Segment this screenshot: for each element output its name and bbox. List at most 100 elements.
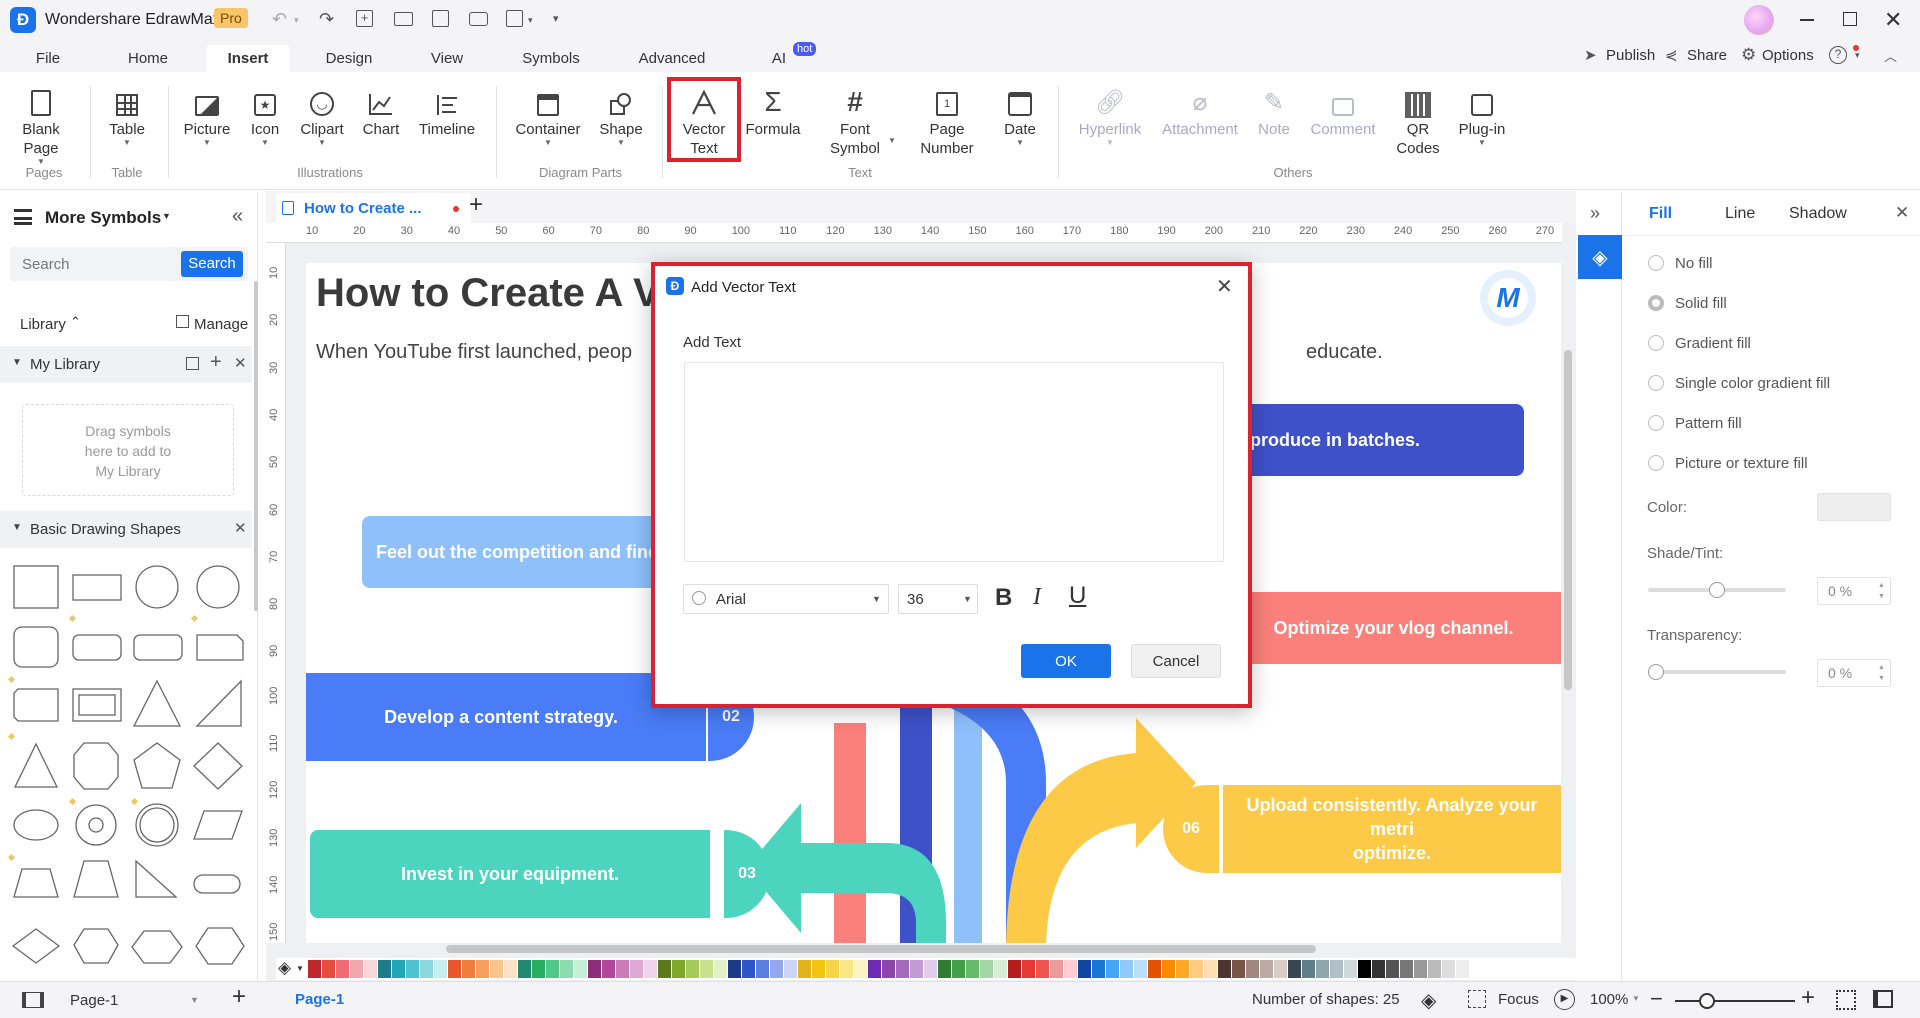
transparency-slider-thumb[interactable] — [1648, 664, 1664, 680]
zoom-slider[interactable] — [1675, 993, 1795, 1009]
undo-dropdown-icon[interactable]: ▾ — [294, 15, 299, 26]
color-swatch[interactable] — [1442, 960, 1455, 978]
transparency-value-spinner[interactable]: 0 % ▲ ▼ — [1817, 659, 1891, 687]
color-swatch[interactable] — [602, 960, 615, 978]
print-icon[interactable] — [469, 12, 488, 26]
layers-icon[interactable]: ◈ — [1421, 988, 1436, 1013]
step-batches-box[interactable]: d produce in batches. — [1226, 404, 1524, 476]
color-swatch[interactable] — [658, 960, 671, 978]
color-swatch[interactable] — [1092, 960, 1105, 978]
publish-icon[interactable]: ➤ — [1584, 46, 1597, 64]
color-swatch[interactable] — [518, 960, 531, 978]
timeline-button[interactable]: Timeline — [414, 82, 480, 139]
color-swatch[interactable] — [560, 960, 573, 978]
color-swatch[interactable] — [532, 960, 545, 978]
menu-view[interactable]: View — [424, 45, 470, 72]
open-folder-icon[interactable] — [394, 12, 413, 26]
expand-panel-icon[interactable]: » — [1590, 203, 1600, 224]
table-button[interactable]: Table ▼ — [102, 82, 152, 147]
shape-button[interactable]: Shape ▼ — [596, 82, 646, 147]
color-swatch[interactable] — [350, 960, 363, 978]
color-swatch[interactable] — [378, 960, 391, 978]
more-symbols-dropdown-icon[interactable]: ▼ — [162, 211, 171, 221]
formula-button[interactable]: Σ Formula — [742, 82, 804, 139]
color-swatch[interactable] — [1344, 960, 1357, 978]
shape-grid-svg[interactable] — [4, 559, 252, 979]
picture-button[interactable]: Picture ▼ — [180, 82, 234, 147]
color-swatch[interactable] — [462, 960, 475, 978]
italic-icon[interactable]: I — [1033, 584, 1041, 611]
new-file-icon[interactable]: + — [356, 10, 373, 27]
color-swatch[interactable] — [1148, 960, 1161, 978]
my-library-header[interactable]: ▼ My Library + ✕ — [0, 346, 252, 383]
chart-button[interactable]: Chart — [358, 82, 404, 139]
close-shapes-icon[interactable]: ✕ — [234, 519, 247, 537]
menu-file[interactable]: File — [28, 45, 68, 72]
dialog-close-icon[interactable]: ✕ — [1216, 274, 1233, 299]
fill-tool-button[interactable]: ◈ — [1578, 235, 1622, 279]
font-family-select[interactable]: Arial ▼ — [683, 584, 889, 614]
color-swatch[interactable] — [728, 960, 741, 978]
color-swatch[interactable] — [1246, 960, 1259, 978]
vector-text-input[interactable] — [684, 362, 1224, 562]
tab-fill[interactable]: Fill — [1649, 205, 1672, 223]
color-swatch[interactable] — [812, 960, 825, 978]
color-swatch[interactable] — [476, 960, 489, 978]
color-swatch[interactable] — [336, 960, 349, 978]
collapse-ribbon-icon[interactable]: ︿ — [1884, 46, 1897, 65]
menu-insert[interactable]: Insert — [206, 45, 290, 72]
color-swatch[interactable] — [1106, 960, 1119, 978]
color-swatch[interactable] — [546, 960, 559, 978]
color-swatch[interactable] — [742, 960, 755, 978]
color-swatch[interactable] — [672, 960, 685, 978]
color-swatch[interactable] — [364, 960, 377, 978]
bold-icon[interactable]: B — [995, 584, 1012, 612]
color-swatch[interactable] — [420, 960, 433, 978]
color-swatch[interactable] — [308, 960, 321, 978]
container-button[interactable]: Container ▼ — [508, 82, 588, 147]
color-swatch[interactable] — [1190, 960, 1203, 978]
color-swatch[interactable] — [1050, 960, 1063, 978]
more-symbols-title[interactable]: More Symbols — [45, 208, 161, 228]
color-swatch[interactable] — [630, 960, 643, 978]
publish-button[interactable]: Publish — [1606, 47, 1655, 64]
color-swatch[interactable] — [644, 960, 657, 978]
fill-option-pattern-fill[interactable]: Pattern fill — [1623, 413, 1903, 437]
page-tab-active[interactable]: Page-1 — [295, 991, 344, 1008]
horizontal-scrollbar[interactable] — [446, 945, 1316, 953]
share-button[interactable]: Share — [1687, 47, 1727, 64]
color-swatch[interactable] — [826, 960, 839, 978]
comment-button[interactable]: Comment — [1306, 82, 1380, 139]
close-panel-icon[interactable]: ✕ — [1895, 203, 1909, 223]
color-swatch[interactable] — [448, 960, 461, 978]
options-button[interactable]: Options — [1762, 47, 1814, 64]
color-swatch[interactable] — [1386, 960, 1399, 978]
fill-bucket-icon[interactable]: ◈ — [278, 958, 291, 978]
play-icon[interactable]: ▶ — [1554, 989, 1575, 1010]
color-swatch[interactable] — [1316, 960, 1329, 978]
clipart-button[interactable]: ◡ Clipart ▼ — [296, 82, 348, 147]
color-swatch[interactable] — [1456, 960, 1469, 978]
zoom-value[interactable]: 100% — [1590, 991, 1628, 1008]
color-swatch[interactable] — [1428, 960, 1441, 978]
color-swatch[interactable] — [1218, 960, 1231, 978]
fill-option-solid-fill[interactable]: Solid fill — [1623, 293, 1903, 317]
color-swatch[interactable] — [714, 960, 727, 978]
color-swatch[interactable] — [1162, 960, 1175, 978]
fullscreen-icon[interactable] — [1873, 990, 1893, 1008]
document-tab[interactable]: How to Create ... — [276, 193, 471, 223]
color-picker-swatch[interactable] — [1817, 493, 1891, 521]
vertical-scrollbar[interactable] — [1564, 350, 1572, 690]
help-dropdown-icon[interactable]: ▾ — [1855, 50, 1860, 61]
save-icon[interactable] — [432, 10, 449, 27]
menu-advanced[interactable]: Advanced — [632, 45, 712, 72]
menu-symbols[interactable]: Symbols — [518, 45, 584, 72]
user-avatar[interactable] — [1744, 5, 1774, 35]
color-swatch[interactable] — [952, 960, 965, 978]
vector-text-button[interactable]: Vector Text — [667, 77, 741, 162]
color-swatch[interactable] — [1134, 960, 1147, 978]
color-swatch[interactable] — [1022, 960, 1035, 978]
font-size-select[interactable]: 36 ▼ — [898, 584, 978, 614]
color-swatch[interactable] — [770, 960, 783, 978]
color-swatch[interactable] — [1358, 960, 1371, 978]
